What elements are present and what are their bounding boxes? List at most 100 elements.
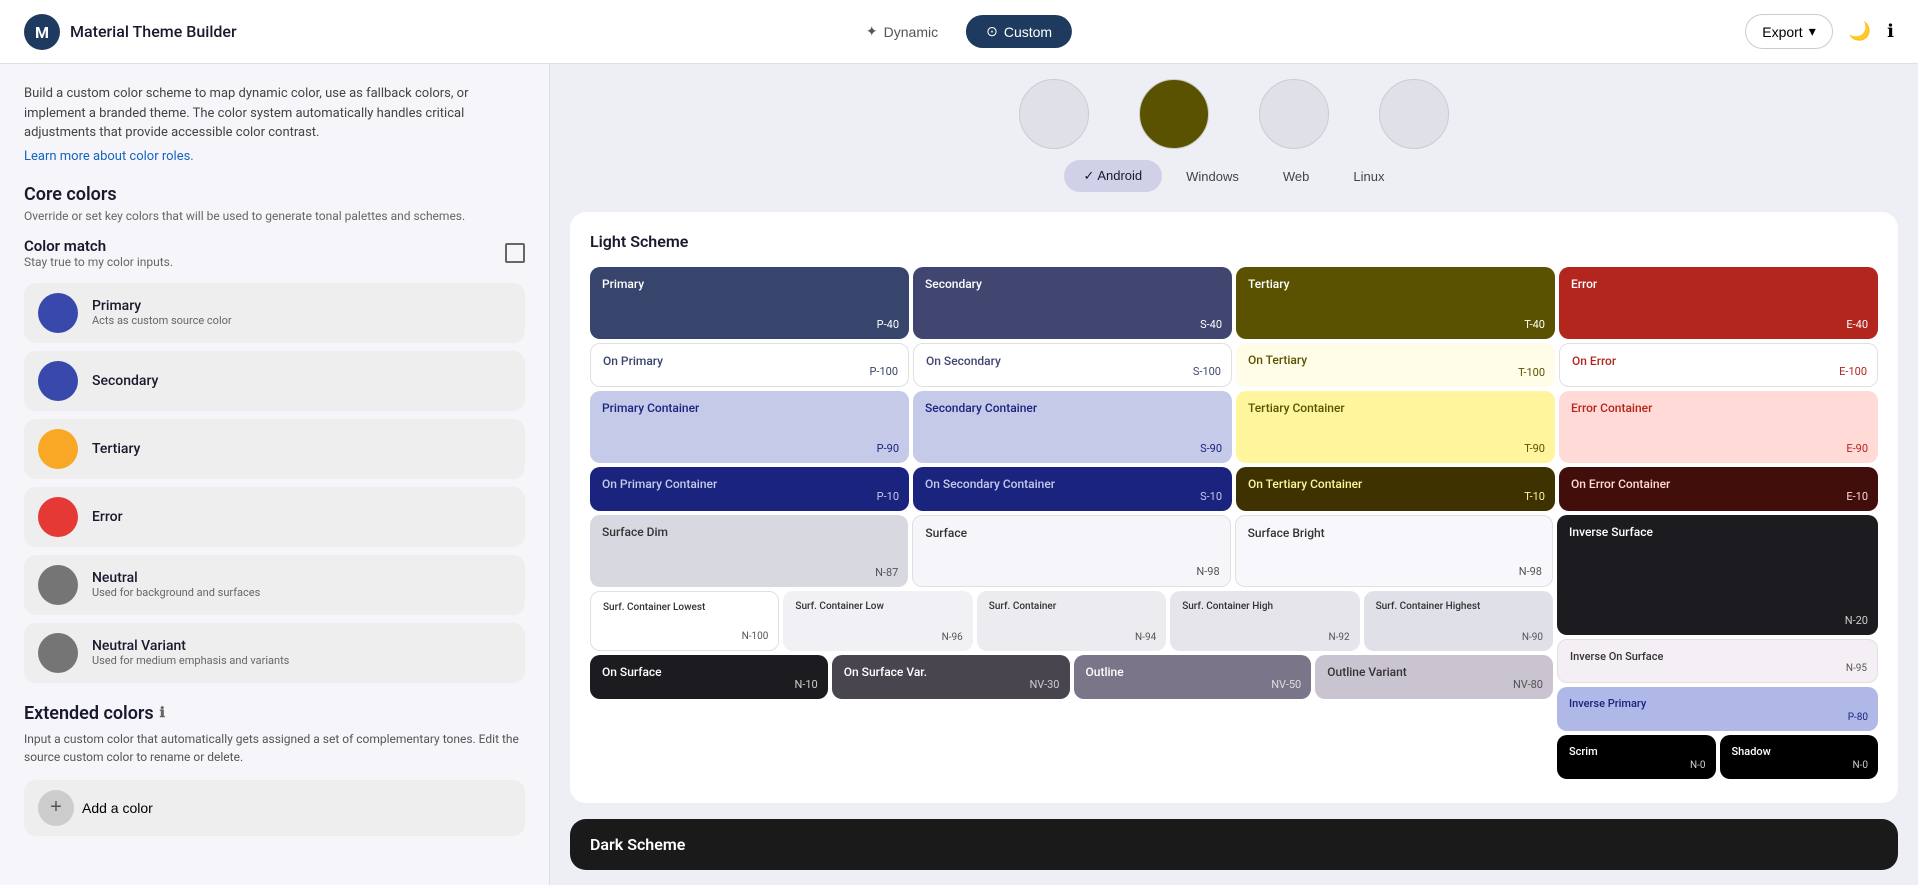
dark-scheme-card: Dark Scheme: [570, 819, 1898, 870]
cell-error[interactable]: Error E-40: [1559, 267, 1878, 339]
cell-on-error-container[interactable]: On Error Container E-10: [1559, 467, 1878, 511]
custom-icon: ⊙: [986, 23, 998, 40]
neutral-variant-desc: Used for medium emphasis and variants: [92, 654, 289, 667]
cell-on-surface-var[interactable]: On Surface Var. NV-30: [832, 655, 1070, 699]
error-label: Error: [92, 509, 123, 525]
cell-on-secondary[interactable]: On Secondary S-100: [913, 343, 1232, 387]
cell-error-container[interactable]: Error Container E-90: [1559, 391, 1878, 463]
preview-circle-4: [1374, 84, 1454, 144]
dynamic-tab[interactable]: ✦ Dynamic: [846, 15, 958, 48]
dark-mode-toggle[interactable]: 🌙: [1849, 21, 1871, 42]
cell-tertiary[interactable]: Tertiary T-40: [1236, 267, 1555, 339]
cell-on-tertiary-container[interactable]: On Tertiary Container T-10: [1236, 467, 1555, 511]
cell-surf-container-high[interactable]: Surf. Container High N-92: [1170, 591, 1359, 651]
cell-scrim[interactable]: Scrim N-0: [1557, 735, 1716, 779]
add-icon: +: [38, 790, 74, 826]
cell-secondary[interactable]: Secondary S-40: [913, 267, 1232, 339]
cell-primary[interactable]: Primary P-40: [590, 267, 909, 339]
preview-circle-3: [1254, 84, 1334, 144]
cell-shadow[interactable]: Shadow N-0: [1720, 735, 1879, 779]
header: M Material Theme Builder ✦ Dynamic ⊙ Cus…: [0, 0, 1918, 64]
cell-inverse-primary[interactable]: Inverse Primary P-80: [1557, 687, 1878, 731]
main-layout: Build a custom color scheme to map dynam…: [0, 64, 1918, 885]
dynamic-icon: ✦: [866, 23, 878, 40]
color-match-title: Color match: [24, 237, 173, 255]
header-right: Export ▾ 🌙 ℹ: [1745, 14, 1894, 49]
tertiary-color-circle: [38, 429, 78, 469]
tab-linux[interactable]: Linux: [1333, 160, 1404, 192]
inverse-panel: Inverse Surface N-20 Inverse On Surface …: [1557, 515, 1878, 779]
logo-icon: M: [24, 14, 60, 50]
color-match-subtitle: Stay true to my color inputs.: [24, 255, 173, 269]
preview-circle-1: [1014, 84, 1094, 144]
light-scheme-title: Light Scheme: [590, 232, 1878, 251]
error-color-circle: [38, 497, 78, 537]
cell-inverse-on-surface[interactable]: Inverse On Surface N-95: [1557, 639, 1878, 683]
cell-on-primary[interactable]: On Primary P-100: [590, 343, 909, 387]
cell-surf-container[interactable]: Surf. Container N-94: [977, 591, 1166, 651]
content-area: ✓ Android Windows Web Linux Light Scheme…: [550, 64, 1918, 885]
cell-primary-container[interactable]: Primary Container P-90: [590, 391, 909, 463]
primary-label: Primary: [92, 298, 232, 314]
extended-info-icon: ℹ: [160, 705, 165, 721]
cell-surf-container-low[interactable]: Surf. Container Low N-96: [783, 591, 972, 651]
top-preview-strip: [570, 84, 1898, 144]
cell-surface-bright[interactable]: Surface Bright N-98: [1235, 515, 1553, 587]
tab-windows[interactable]: Windows: [1166, 160, 1259, 192]
cell-on-primary-container[interactable]: On Primary Container P-10: [590, 467, 909, 511]
cell-on-tertiary[interactable]: On Tertiary T-100: [1236, 343, 1555, 387]
app-title: Material Theme Builder: [70, 22, 237, 41]
color-match-row: Color match Stay true to my color inputs…: [24, 237, 525, 269]
dark-scheme-title: Dark Scheme: [590, 835, 1878, 854]
cell-surf-container-lowest[interactable]: Surf. Container Lowest N-100: [590, 591, 779, 651]
sidebar-learn-more-link[interactable]: Learn more about color roles.: [24, 149, 194, 164]
color-match-checkbox[interactable]: [505, 243, 525, 263]
color-item-secondary[interactable]: Secondary: [24, 351, 525, 411]
export-chevron-icon: ▾: [1809, 23, 1816, 40]
cell-surface-dim[interactable]: Surface Dim N-87: [590, 515, 908, 587]
color-item-neutral[interactable]: Neutral Used for background and surfaces: [24, 555, 525, 615]
tab-web[interactable]: Web: [1263, 160, 1330, 192]
sidebar: Build a custom color scheme to map dynam…: [0, 64, 550, 885]
cell-outline-variant[interactable]: Outline Variant NV-80: [1315, 655, 1553, 699]
tertiary-label: Tertiary: [92, 441, 140, 457]
platform-tabs: ✓ Android Windows Web Linux: [570, 160, 1898, 192]
scrim-shadow-row: Scrim N-0 Shadow N-0: [1557, 735, 1878, 779]
cell-surf-container-highest[interactable]: Surf. Container Highest N-90: [1364, 591, 1553, 651]
neutral-color-circle: [38, 565, 78, 605]
add-color-button[interactable]: + Add a color: [24, 780, 525, 836]
extended-colors-desc: Input a custom color that automatically …: [24, 730, 525, 766]
secondary-label: Secondary: [92, 373, 158, 389]
color-item-error[interactable]: Error: [24, 487, 525, 547]
tab-android[interactable]: ✓ Android: [1064, 160, 1163, 192]
cell-outline[interactable]: Outline NV-50: [1074, 655, 1312, 699]
core-colors-subtitle: Override or set key colors that will be …: [24, 209, 525, 223]
cell-on-error[interactable]: On Error E-100: [1559, 343, 1878, 387]
cell-tertiary-container[interactable]: Tertiary Container T-90: [1236, 391, 1555, 463]
cell-surface[interactable]: Surface N-98: [912, 515, 1230, 587]
export-button[interactable]: Export ▾: [1745, 14, 1833, 49]
color-item-tertiary[interactable]: Tertiary: [24, 419, 525, 479]
header-left: M Material Theme Builder: [24, 14, 237, 50]
cell-inverse-surface[interactable]: Inverse Surface N-20: [1557, 515, 1878, 635]
secondary-color-circle: [38, 361, 78, 401]
info-button[interactable]: ℹ: [1887, 21, 1894, 42]
neutral-label: Neutral: [92, 570, 260, 586]
surface-panel: Surface Dim N-87 Surface N-98 Surface Br…: [590, 515, 1553, 779]
color-item-primary[interactable]: Primary Acts as custom source color: [24, 283, 525, 343]
color-item-neutral-variant[interactable]: Neutral Variant Used for medium emphasis…: [24, 623, 525, 683]
cell-on-secondary-container[interactable]: On Secondary Container S-10: [913, 467, 1232, 511]
neutral-desc: Used for background and surfaces: [92, 586, 260, 599]
neutral-variant-label: Neutral Variant: [92, 638, 289, 654]
header-nav: ✦ Dynamic ⊙ Custom: [846, 15, 1072, 48]
light-scheme-card: Light Scheme Primary P-40 Secondary S-40…: [570, 212, 1898, 803]
primary-desc: Acts as custom source color: [92, 314, 232, 327]
preview-circle-2: [1134, 84, 1214, 144]
custom-tab[interactable]: ⊙ Custom: [966, 15, 1072, 48]
primary-color-circle: [38, 293, 78, 333]
color-match-labels: Color match Stay true to my color inputs…: [24, 237, 173, 269]
sidebar-description: Build a custom color scheme to map dynam…: [24, 84, 525, 143]
cell-on-surface[interactable]: On Surface N-10: [590, 655, 828, 699]
svg-text:M: M: [35, 23, 49, 42]
cell-secondary-container[interactable]: Secondary Container S-90: [913, 391, 1232, 463]
